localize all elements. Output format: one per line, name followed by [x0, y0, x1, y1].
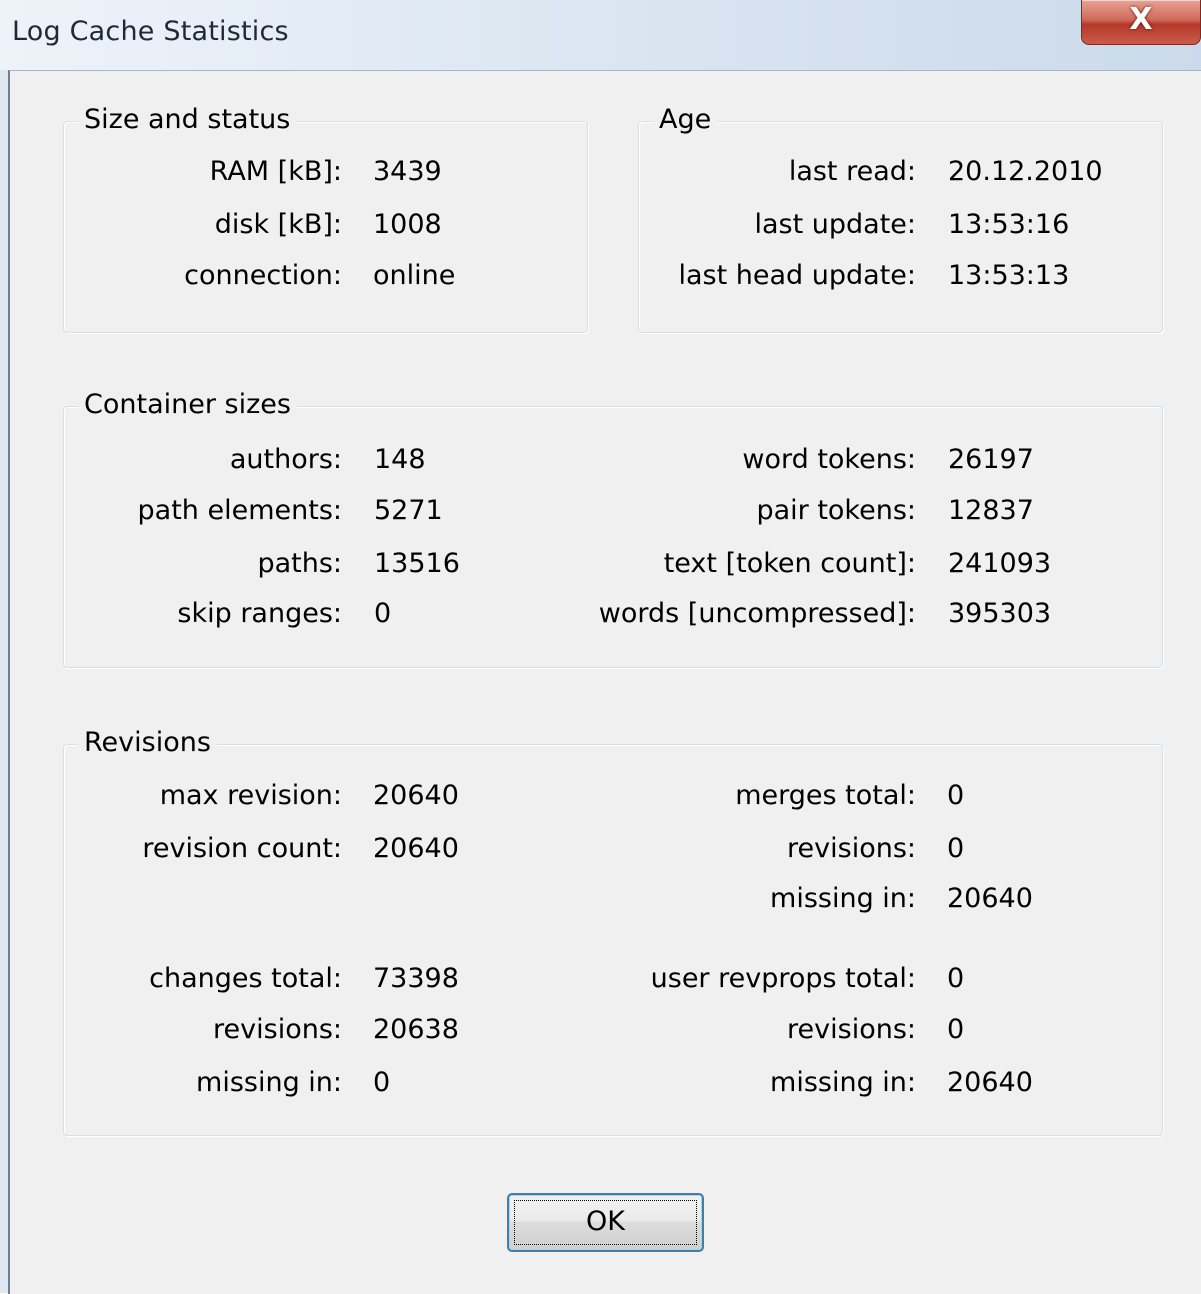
- pair-tokens-label: pair tokens:: [756, 495, 916, 526]
- max-revision-value: 20640: [373, 780, 459, 811]
- revision-count-value: 20640: [373, 833, 459, 864]
- last-update-label: last update:: [754, 209, 916, 240]
- skip-ranges-value: 0: [374, 598, 392, 629]
- merges-missing-label: missing in:: [770, 883, 916, 914]
- changes-total-value: 73398: [373, 963, 459, 994]
- changes-missing-label: missing in:: [196, 1067, 342, 1098]
- revprops-missing-label: missing in:: [770, 1067, 916, 1098]
- age-group: Age last read: 20.12.2010 last update: 1…: [638, 104, 1163, 333]
- revprops-revisions-value: 0: [947, 1014, 965, 1045]
- connection-label: connection:: [184, 260, 342, 291]
- words-uncompressed-value: 395303: [948, 598, 1052, 629]
- size-status-title: Size and status: [78, 104, 297, 135]
- changes-total-label: changes total:: [149, 963, 342, 994]
- size-status-group: Size and status RAM [kB]: 3439 disk [kB]…: [63, 104, 588, 333]
- authors-value: 148: [374, 444, 426, 475]
- connection-value: online: [373, 260, 456, 291]
- changes-missing-value: 0: [373, 1067, 391, 1098]
- close-icon: X: [1129, 2, 1153, 37]
- title-bar[interactable]: Log Cache Statistics X: [0, 0, 1201, 70]
- last-read-value: 20.12.2010: [948, 156, 1103, 187]
- path-elements-label: path elements:: [137, 495, 342, 526]
- age-title: Age: [653, 104, 718, 135]
- word-tokens-label: word tokens:: [742, 444, 916, 475]
- word-tokens-value: 26197: [948, 444, 1034, 475]
- revisions-group: Revisions max revision: 20640 revision c…: [63, 727, 1163, 1136]
- container-sizes-group: Container sizes authors: 148 path elemen…: [63, 389, 1163, 668]
- max-revision-label: max revision:: [159, 780, 342, 811]
- last-update-value: 13:53:16: [948, 209, 1070, 240]
- authors-label: authors:: [229, 444, 342, 475]
- pair-tokens-value: 12837: [948, 495, 1034, 526]
- changes-revisions-value: 20638: [373, 1014, 459, 1045]
- ok-button-label: OK: [586, 1206, 625, 1237]
- revprops-missing-value: 20640: [947, 1067, 1033, 1098]
- path-elements-value: 5271: [374, 495, 443, 526]
- close-button[interactable]: X: [1081, 0, 1201, 45]
- last-head-update-label: last head update:: [678, 260, 916, 291]
- revprops-total-value: 0: [947, 963, 965, 994]
- dialog-client-area: Size and status RAM [kB]: 3439 disk [kB]…: [8, 70, 1201, 1294]
- merges-revisions-value: 0: [947, 833, 965, 864]
- last-read-label: last read:: [788, 156, 916, 187]
- merges-revisions-label: revisions:: [787, 833, 916, 864]
- revisions-title: Revisions: [78, 727, 217, 758]
- disk-value: 1008: [373, 209, 442, 240]
- changes-revisions-label: revisions:: [213, 1014, 342, 1045]
- merges-total-value: 0: [947, 780, 965, 811]
- ram-label: RAM [kB]:: [209, 156, 342, 187]
- merges-total-label: merges total:: [735, 780, 916, 811]
- ram-value: 3439: [373, 156, 442, 187]
- dialog-window: Log Cache Statistics X Size and status R…: [0, 0, 1201, 1294]
- text-token-count-value: 241093: [948, 548, 1052, 579]
- paths-label: paths:: [257, 548, 342, 579]
- text-token-count-label: text [token count]:: [663, 548, 916, 579]
- skip-ranges-label: skip ranges:: [177, 598, 342, 629]
- last-head-update-value: 13:53:13: [948, 260, 1070, 291]
- revprops-total-label: user revprops total:: [650, 963, 916, 994]
- paths-value: 13516: [374, 548, 460, 579]
- disk-label: disk [kB]:: [214, 209, 342, 240]
- merges-missing-value: 20640: [947, 883, 1033, 914]
- ok-button[interactable]: OK: [507, 1193, 704, 1252]
- revprops-revisions-label: revisions:: [787, 1014, 916, 1045]
- words-uncompressed-label: words [uncompressed]:: [598, 598, 916, 629]
- window-title: Log Cache Statistics: [12, 16, 289, 47]
- revision-count-label: revision count:: [142, 833, 342, 864]
- container-sizes-title: Container sizes: [78, 389, 297, 420]
